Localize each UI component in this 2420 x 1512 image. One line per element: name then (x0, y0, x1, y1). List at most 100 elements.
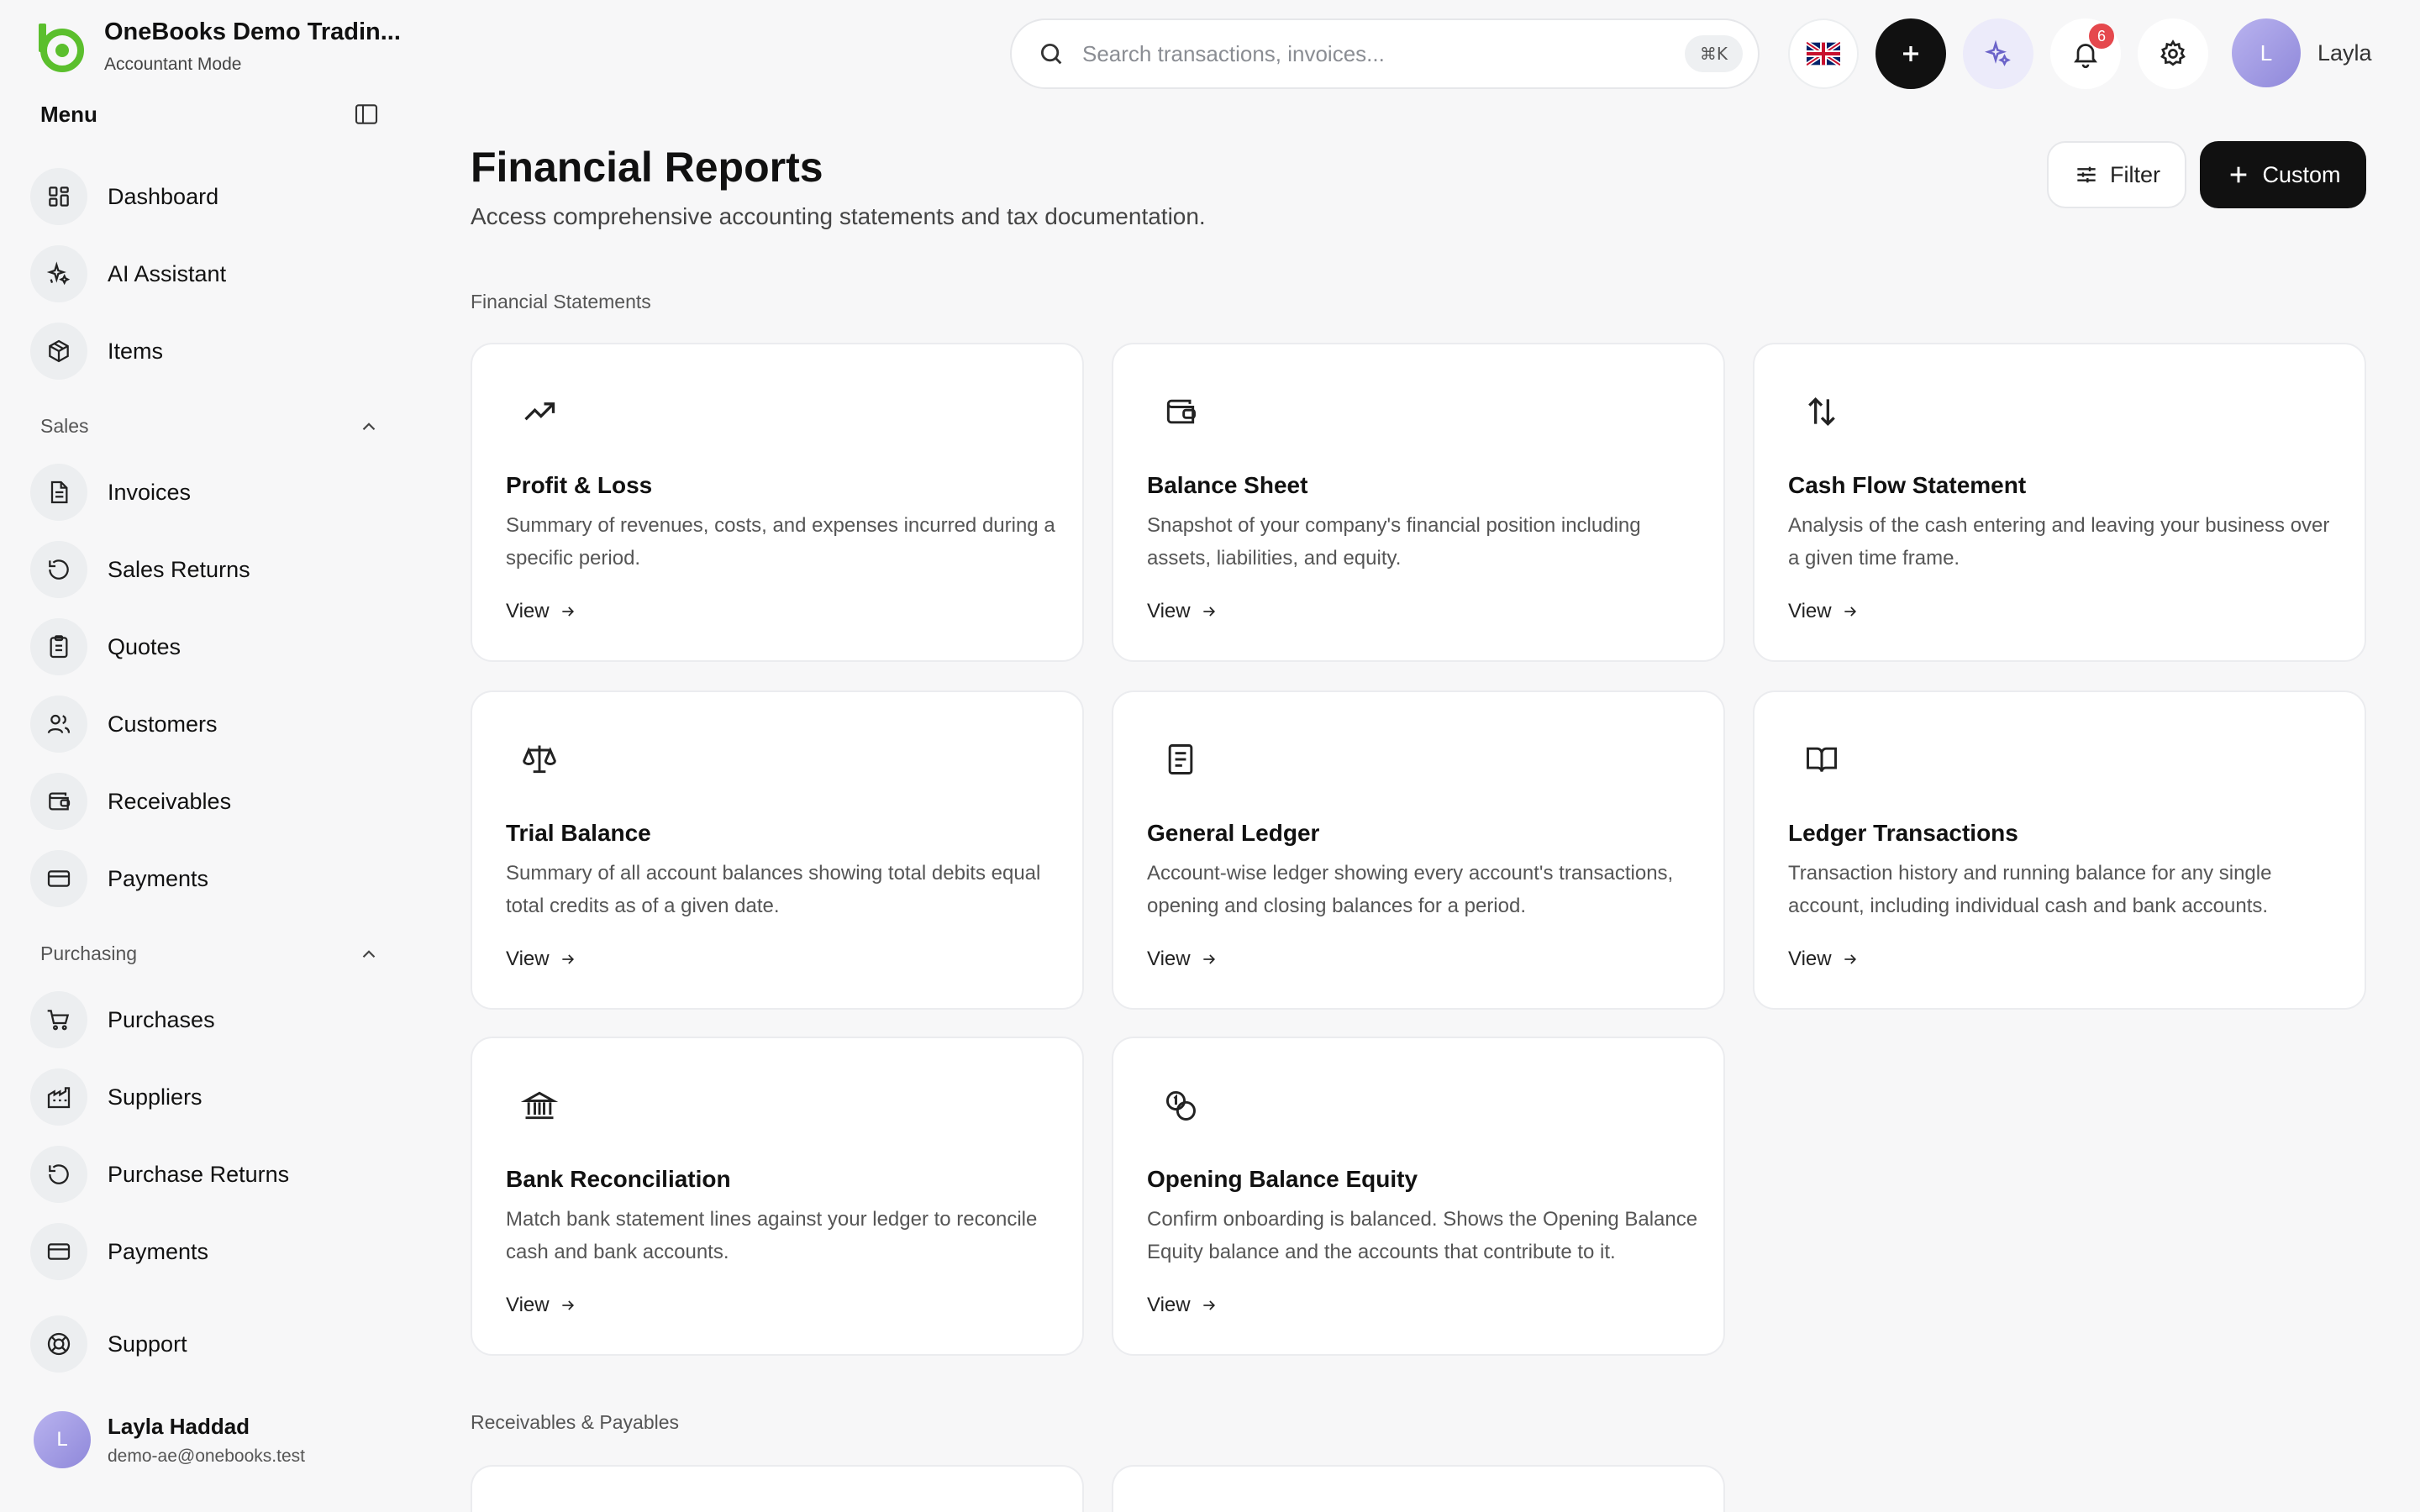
avatar: L (34, 1411, 91, 1468)
section-label: Sales (40, 415, 89, 437)
sidebar-item-label: Dashboard (108, 183, 219, 209)
user-email: demo-ae@onebooks.test (108, 1446, 305, 1466)
sidebar-item-purchase-payments[interactable]: Payments (30, 1220, 208, 1284)
card-description: Confirm onboarding is balanced. Shows th… (1147, 1208, 1698, 1263)
arrow-right-icon (1202, 954, 1215, 964)
notifications-button[interactable]: 6 (2050, 18, 2121, 89)
filter-button[interactable]: Filter (2047, 141, 2186, 208)
sidebar-item-invoices[interactable]: Invoices (30, 460, 191, 524)
sidebar-item-payments[interactable]: Payments (30, 847, 208, 911)
sidebar-item-purchases[interactable]: Purchases (30, 988, 215, 1052)
card-title: General Ledger (1147, 820, 1320, 846)
credit-card-icon (47, 870, 71, 887)
top-user-name: Layla (2317, 39, 2372, 66)
brand[interactable]: OneBooks Demo Tradin... Accountant Mode (34, 18, 401, 75)
view-link[interactable]: View (1147, 948, 1218, 971)
arrow-right-icon (1844, 606, 1856, 617)
sidebar-item-label: Invoices (108, 479, 192, 505)
sidebar-item-sales-returns[interactable]: Sales Returns (30, 538, 250, 601)
sidebar-item-label: Purchases (108, 1006, 215, 1032)
language-button[interactable] (1788, 18, 1859, 89)
card-title: Profit & Loss (506, 472, 653, 498)
sidebar-item-label: Customers (108, 711, 218, 737)
sidebar-item-ai-assistant[interactable]: AI Assistant (30, 242, 226, 306)
card-description: Transaction history and running balance … (1788, 862, 2272, 917)
group-label-receivables-payables: Receivables & Payables (471, 1411, 680, 1433)
page-title: Financial Reports (471, 144, 823, 191)
custom-report-button[interactable]: Custom (2200, 141, 2366, 208)
report-card-ledger-transactions[interactable]: Ledger Transactions Transaction history … (1753, 690, 2366, 1010)
ai-assistant-button[interactable] (1963, 18, 2033, 89)
view-link-label: View (1147, 600, 1191, 622)
sidebar-item-receivables[interactable]: Receivables (30, 769, 231, 833)
view-link[interactable]: View (506, 600, 576, 623)
view-link-label: View (1147, 1294, 1191, 1316)
sidebar-item-label: Support (108, 1331, 187, 1357)
report-card-general-ledger[interactable]: General Ledger Account-wise ledger showi… (1112, 690, 1725, 1010)
cart-icon (47, 1010, 70, 1031)
mode-label: Accountant Mode (104, 55, 242, 74)
quick-add-button[interactable] (1876, 18, 1946, 89)
sidebar-item-purchase-returns[interactable]: Purchase Returns (30, 1142, 289, 1206)
report-card-balance-sheet[interactable]: Balance Sheet Snapshot of your company's… (1112, 343, 1725, 662)
package-icon (49, 339, 69, 363)
sidebar-item-items[interactable]: Items (30, 319, 163, 383)
report-card-partial[interactable] (1112, 1465, 1725, 1512)
search-bar[interactable]: ⌘K (1010, 18, 1760, 89)
sidebar-user-card[interactable]: L Layla Haddad demo-ae@onebooks.test (34, 1411, 305, 1468)
sales-section-header[interactable]: Sales (40, 415, 380, 438)
card-title: Opening Balance Equity (1147, 1166, 1418, 1192)
card-description: Match bank statement lines against your … (506, 1208, 1038, 1263)
report-card-opening-balance-equity[interactable]: Opening Balance Equity Confirm onboardin… (1112, 1037, 1725, 1356)
chevron-up-icon (362, 949, 376, 958)
view-link[interactable]: View (1788, 600, 1859, 623)
report-card-cash-flow[interactable]: Cash Flow Statement Analysis of the cash… (1753, 343, 2366, 662)
view-link[interactable]: View (1788, 948, 1859, 971)
scale-icon (523, 745, 556, 774)
avatar: L (2232, 18, 2301, 87)
report-card-bank-reconciliation[interactable]: Bank Reconciliation Match bank statement… (471, 1037, 1084, 1356)
sidebar-collapse-icon[interactable] (353, 101, 380, 128)
card-title: Balance Sheet (1147, 472, 1308, 498)
rotate-icon (49, 559, 69, 580)
gear-icon (2160, 39, 2186, 66)
chevron-up-icon (362, 422, 376, 430)
section-label: Purchasing (40, 942, 138, 964)
sliders-icon (2077, 166, 2096, 183)
sidebar-item-label: Quotes (108, 633, 182, 659)
card-title: Cash Flow Statement (1788, 472, 2027, 498)
settings-button[interactable] (2138, 18, 2208, 89)
users-icon (47, 714, 71, 734)
view-link-label: View (1788, 948, 1832, 970)
view-link-label: View (1147, 948, 1191, 970)
report-card-profit-loss[interactable]: Profit & Loss Summary of revenues, costs… (471, 343, 1084, 662)
sparkles-icon (1984, 39, 2011, 66)
brand-logo-icon (39, 23, 84, 72)
view-link[interactable]: View (1147, 1294, 1218, 1317)
sidebar-item-label: Sales Returns (108, 556, 250, 582)
view-link[interactable]: View (1147, 600, 1218, 623)
card-description: Account-wise ledger showing every accoun… (1147, 862, 1674, 917)
arrow-right-icon (561, 1300, 574, 1310)
custom-label: Custom (2262, 161, 2341, 187)
arrow-right-icon (561, 954, 574, 964)
sidebar-item-dashboard[interactable]: Dashboard (30, 165, 218, 228)
sparkles-icon (46, 261, 71, 286)
notification-count-badge: 6 (2089, 24, 2114, 49)
sidebar-item-suppliers[interactable]: Suppliers (30, 1065, 203, 1129)
sidebar: OneBooks Demo Tradin... Accountant Mode … (0, 0, 403, 1512)
card-title: Bank Reconciliation (506, 1166, 731, 1192)
view-link[interactable]: View (506, 1294, 576, 1317)
view-link[interactable]: View (506, 948, 576, 971)
sidebar-item-quotes[interactable]: Quotes (30, 615, 181, 679)
purchasing-section-header[interactable]: Purchasing (40, 942, 380, 965)
invoice-icon (50, 480, 68, 504)
account-menu[interactable]: L Layla (2232, 18, 2372, 87)
sidebar-item-customers[interactable]: Customers (30, 692, 218, 756)
report-card-partial[interactable] (471, 1465, 1084, 1512)
report-card-trial-balance[interactable]: Trial Balance Summary of all account bal… (471, 690, 1084, 1010)
card-description: Snapshot of your company's financial pos… (1147, 514, 1641, 570)
search-input[interactable] (1082, 40, 1685, 67)
view-link-label: View (506, 1294, 550, 1316)
sidebar-item-support[interactable]: Support (30, 1312, 187, 1376)
